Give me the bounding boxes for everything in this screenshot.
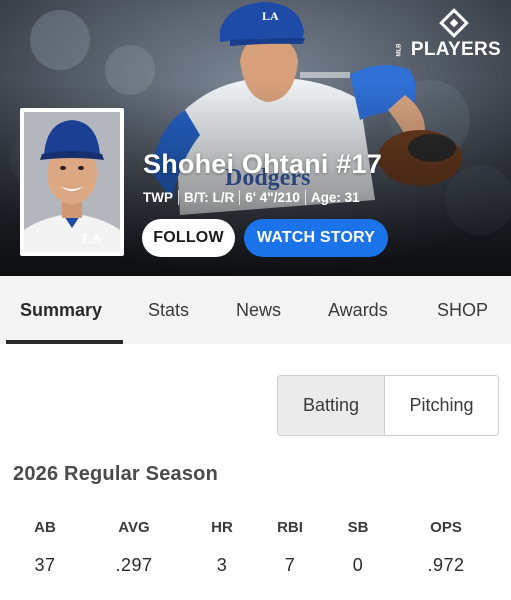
stat-value-avg: .297 [115,555,153,575]
tab-awards[interactable]: Awards [328,276,388,344]
stat-header-ab: AB [34,519,56,536]
bio-divider [178,190,179,205]
players-diamond-icon [439,8,469,38]
tab-news[interactable]: News [236,276,281,344]
bio-position: TWP [143,190,173,205]
bio-height-weight: 6' 4"/210 [245,190,300,205]
bio-bats-throws: B/T: L/R [184,190,235,205]
logo-wordmark: PLAYERS [410,39,501,60]
watch-story-button[interactable]: WATCH STORY [244,219,388,257]
bio-divider [304,190,306,205]
stat-header-hr: HR [211,519,233,536]
headshot-cap-logo: LA [82,232,102,247]
stat-header-sb: SB [347,519,369,536]
stat-header-ops: OPS [430,519,462,536]
stat-value-ab: 37 [34,555,56,575]
player-hero: LA Dodgers MLB PLAYERS [0,0,511,276]
toggle-batting[interactable]: Batting [278,376,385,435]
follow-button[interactable]: FOLLOW [142,219,235,257]
tab-stats[interactable]: Stats [148,276,189,344]
player-headshot: LA [20,108,124,256]
player-bio: TWP B/T: L/R 6' 4"/210 Age: 31 [143,190,360,205]
headshot-portrait [24,112,120,252]
season-title: 2026 Regular Season [13,463,219,485]
stat-value-hr: 3 [216,555,228,575]
stat-header-rbi: RBI [277,519,303,536]
tab-summary[interactable]: Summary [20,276,102,344]
mlb-players-logo[interactable]: MLB PLAYERS [397,6,501,60]
logo-prefix: MLB [396,43,403,57]
stat-value-sb: 0 [352,555,364,575]
stat-value-ops: .972 [427,555,465,575]
batting-pitching-toggle: Batting Pitching [277,375,499,436]
stat-value-rbi: 7 [284,555,296,575]
tab-shop[interactable]: SHOP [437,276,488,344]
active-tab-indicator [6,340,123,344]
bio-age: Age: 31 [310,190,360,205]
bio-divider [239,190,241,205]
stat-header-avg: AVG [118,519,150,536]
player-name: Shohei Ohtani #17 [143,149,382,179]
toggle-pitching[interactable]: Pitching [385,376,498,435]
player-tabs: Summary Stats News Awards SHOP [0,276,511,344]
